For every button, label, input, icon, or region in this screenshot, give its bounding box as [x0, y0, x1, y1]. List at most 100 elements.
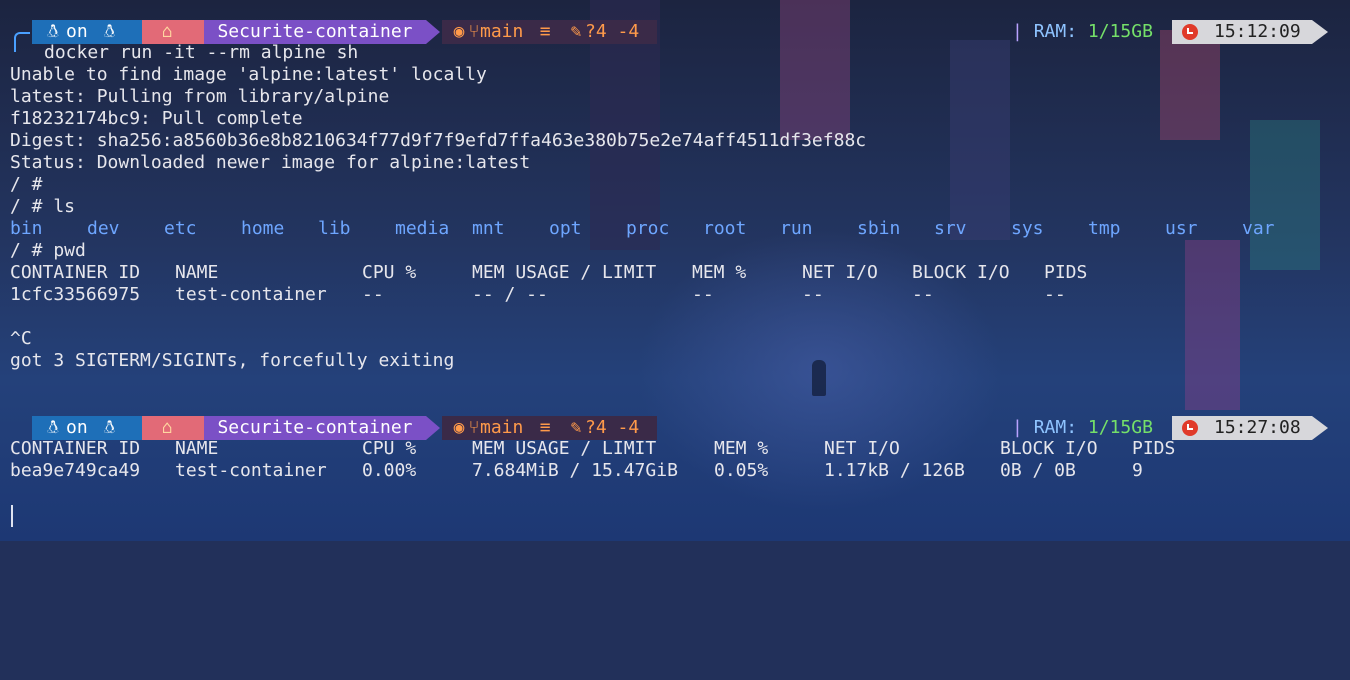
ls-item: srv	[934, 218, 967, 239]
ls-item: run	[780, 218, 813, 239]
stats-cell: --	[692, 284, 714, 305]
linux-penguin-icon: 🐧︎	[47, 21, 59, 42]
ls-item: opt	[549, 218, 582, 239]
ls-item: var	[1242, 218, 1275, 239]
ls-item: root	[703, 218, 747, 239]
command-line: docker run -it --rm alpine sh	[44, 42, 359, 63]
stats-header: BLOCK I/O	[912, 262, 1010, 283]
output-line: Digest: sha256:a8560b36e8b8210634f77d9f7…	[10, 130, 867, 151]
stats-header: CONTAINER ID	[10, 438, 141, 459]
git-branch: main	[480, 21, 524, 42]
git-status: ?4 -4	[585, 21, 640, 42]
output-line: Unable to find image 'alpine:latest' loc…	[10, 64, 487, 85]
stats-header: NAME	[175, 438, 219, 459]
time-segment: 15:12:09	[1172, 20, 1328, 44]
linux-penguin-icon: 🐧︎	[103, 21, 116, 42]
directory-name: Securite-container	[217, 417, 413, 438]
on-text: on	[66, 21, 88, 42]
home-segment: ⌂	[142, 20, 204, 44]
stats-cell: 7.684MiB / 15.47GiB	[472, 460, 678, 481]
output-block-1: docker run -it --rm alpine sh Unable to …	[10, 42, 1275, 372]
stats-header: NAME	[175, 262, 219, 283]
prompt-time: 15:27:08	[1214, 417, 1301, 438]
time-segment: 15:27:08	[1172, 416, 1328, 440]
ram-label: RAM:	[1033, 417, 1078, 438]
stats-header-row: CONTAINER ID NAME CPU % MEM USAGE / LIMI…	[10, 438, 1175, 460]
ram-indicator: | RAM: 1/15GB	[1012, 20, 1153, 44]
text-cursor[interactable]	[11, 505, 13, 527]
linux-penguin-icon: 🐧︎	[103, 417, 116, 438]
output-line: got 3 SIGTERM/SIGINTs, forcefully exitin…	[10, 350, 455, 371]
stats-cell: 1.17kB / 126B	[824, 460, 965, 481]
background-neon-sign	[1185, 240, 1240, 410]
output-line: / # pwd	[10, 240, 86, 261]
ls-item: sys	[1011, 218, 1044, 239]
directory-name: Securite-container	[217, 21, 413, 42]
stats-header: NET I/O	[802, 262, 878, 283]
background-neon-sign	[1250, 120, 1320, 270]
stats-cell: 0.05%	[714, 460, 769, 481]
stats-header: MEM %	[692, 262, 747, 283]
edit-icon: ✎	[570, 21, 582, 42]
stats-cell: --	[1044, 284, 1066, 305]
ls-item: sbin	[857, 218, 901, 239]
stats-header: BLOCK I/O	[1000, 438, 1098, 459]
ls-item: etc	[164, 218, 197, 239]
ram-indicator: | RAM: 1/15GB	[1012, 416, 1153, 440]
stats-cell: -- / --	[472, 284, 548, 305]
git-branch: main	[480, 417, 524, 438]
output-line: / # ls	[10, 196, 76, 217]
stats-header: MEM %	[714, 438, 769, 459]
stats-cell: 9	[1132, 460, 1143, 481]
stats-cell: 1cfc33566975	[10, 284, 141, 305]
git-segment: ◉ ⑂main ≡ ✎ ?4 -4	[442, 20, 657, 44]
edit-icon: ✎	[570, 417, 582, 438]
ls-item: usr	[1165, 218, 1198, 239]
ram-label: RAM:	[1033, 21, 1078, 42]
ls-item: home	[241, 218, 285, 239]
background-building	[950, 40, 1010, 240]
stats-header: PIDS	[1044, 262, 1088, 283]
linux-penguin-icon: 🐧︎	[47, 417, 59, 438]
output-line: ^C	[10, 328, 32, 349]
stats-header-row: CONTAINER ID NAME CPU % MEM USAGE / LIMI…	[10, 262, 1087, 284]
stats-header: PIDS	[1132, 438, 1176, 459]
home-icon: ⌂	[161, 417, 173, 438]
alarm-clock-icon	[1182, 420, 1198, 436]
directory-segment: Securite-container	[204, 20, 440, 44]
stats-header: NET I/O	[824, 438, 900, 459]
ls-item: dev	[87, 218, 120, 239]
ls-item: lib	[318, 218, 351, 239]
background-neon-sign	[1160, 30, 1220, 140]
ls-item: mnt	[472, 218, 505, 239]
prompt-time: 15:12:09	[1214, 21, 1301, 42]
stats-row: bea9e749ca49 test-container 0.00% 7.684M…	[10, 460, 1143, 482]
output-line: Status: Downloaded newer image for alpin…	[10, 152, 531, 173]
stats-cell: --	[362, 284, 384, 305]
github-icon: ◉	[453, 21, 465, 42]
home-icon: ⌂	[161, 21, 173, 42]
alarm-clock-icon	[1182, 24, 1198, 40]
stats-header: MEM USAGE / LIMIT	[472, 262, 657, 283]
stats-cell: --	[802, 284, 824, 305]
output-line: / #	[10, 174, 43, 195]
stats-cell: bea9e749ca49	[10, 460, 141, 481]
ls-output: bin dev etc home lib media mnt opt proc …	[10, 218, 1275, 240]
separator: |	[1012, 21, 1023, 42]
ram-value: 1/15GB	[1087, 417, 1153, 438]
git-segment: ◉ ⑂main ≡ ✎ ?4 -4	[442, 416, 657, 440]
stats-cell: --	[912, 284, 934, 305]
ls-item: tmp	[1088, 218, 1121, 239]
stats-row: 1cfc33566975 test-container -- -- / -- -…	[10, 284, 1066, 306]
output-line: f18232174bc9: Pull complete	[10, 108, 303, 129]
git-branch-icon: ⑂	[468, 21, 480, 42]
git-status: ?4 -4	[585, 417, 640, 438]
ls-item: bin	[10, 218, 43, 239]
stats-header: CPU %	[362, 262, 417, 283]
github-icon: ◉	[453, 417, 465, 438]
stats-cell: test-container	[175, 284, 327, 305]
ls-item: media	[395, 218, 450, 239]
output-block-2: CONTAINER ID NAME CPU % MEM USAGE / LIMI…	[10, 438, 1175, 482]
ram-value: 1/15GB	[1087, 21, 1153, 42]
